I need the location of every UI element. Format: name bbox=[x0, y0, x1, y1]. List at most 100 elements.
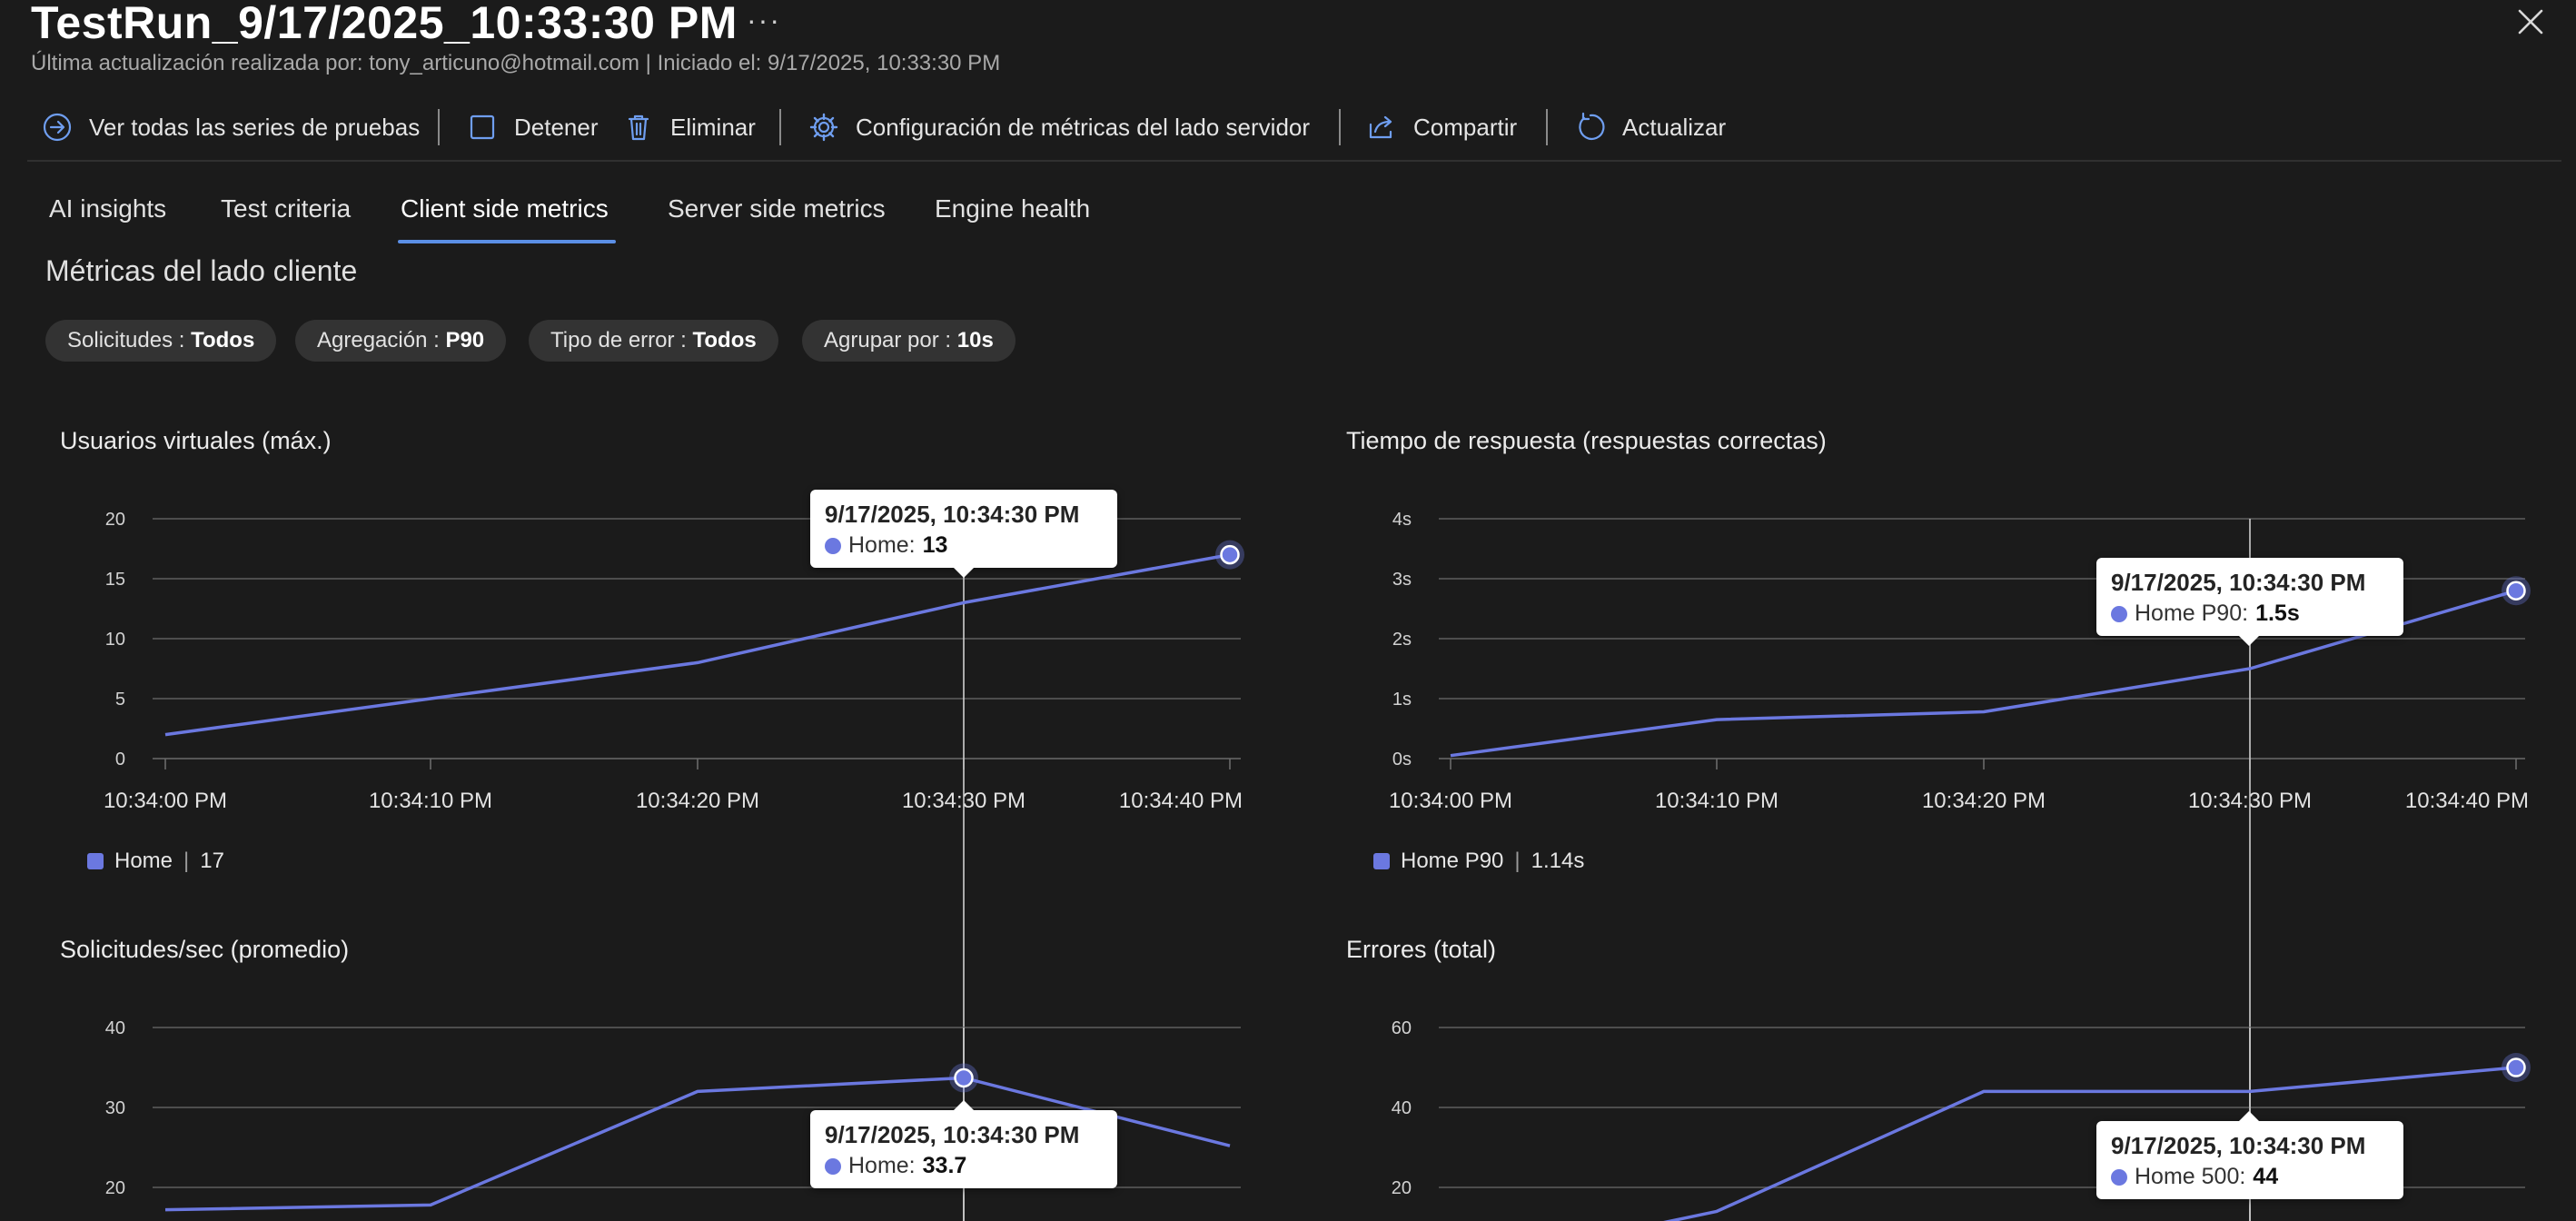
stop-label: Detener bbox=[514, 113, 599, 141]
tooltip-pointer bbox=[2239, 636, 2259, 646]
y-tick-label: 40 bbox=[105, 1018, 125, 1038]
tab-ai-insights[interactable]: AI insights bbox=[49, 194, 166, 223]
y-tick-label: 30 bbox=[105, 1098, 125, 1118]
refresh-button[interactable]: Actualizar bbox=[1575, 105, 1726, 149]
x-tick-label: 10:34:10 PM bbox=[369, 789, 492, 813]
chart-title-requests-per-sec: Solicitudes/sec (promedio) bbox=[60, 936, 350, 963]
chart-title-virtual-users: Usuarios virtuales (máx.) bbox=[60, 427, 332, 454]
delete-button[interactable]: Eliminar bbox=[623, 105, 756, 149]
share-button[interactable]: Compartir bbox=[1366, 105, 1517, 149]
tab-test-criteria[interactable]: Test criteria bbox=[221, 194, 351, 223]
tooltip-series-label: Home 500: bbox=[2135, 1164, 2246, 1189]
y-tick-label: 20 bbox=[1392, 1178, 1412, 1198]
tooltip-value: 13 bbox=[922, 532, 948, 558]
tooltip-value: 1.5s bbox=[2255, 601, 2300, 626]
y-tick-label: 3s bbox=[1392, 570, 1412, 590]
tooltip-series-dot bbox=[825, 1157, 841, 1175]
tooltip-series-label: Home: bbox=[848, 1153, 916, 1178]
toolbar-divider bbox=[779, 109, 781, 145]
tab-server-side-metrics[interactable]: Server side metrics bbox=[668, 194, 886, 223]
y-tick-label: 0s bbox=[1392, 749, 1412, 769]
data-point bbox=[954, 1067, 974, 1088]
tab-engine-health[interactable]: Engine health bbox=[935, 194, 1090, 223]
legend-response-time[interactable]: Home P90 | 1.14s bbox=[1373, 849, 1584, 874]
y-tick-label: 20 bbox=[105, 1178, 125, 1198]
legend-separator: | bbox=[1514, 849, 1521, 873]
filter-group-by-value: 10s bbox=[956, 328, 994, 352]
x-tick-label: 10:34:00 PM bbox=[1389, 789, 1512, 813]
toolbar-divider bbox=[1339, 109, 1341, 145]
tooltip-time: 9/17/2025, 10:34:30 PM bbox=[825, 1121, 1080, 1148]
x-tick-label: 10:34:40 PM bbox=[2405, 789, 2529, 813]
chart-title-response-time: Tiempo de respuesta (respuestas correcta… bbox=[1346, 427, 1827, 454]
more-options-button[interactable]: ··· bbox=[747, 4, 781, 37]
server-metrics-config-label: Configuración de métricas del lado servi… bbox=[856, 113, 1311, 141]
chart-tooltip: 9/17/2025, 10:34:30 PM Home: 13 bbox=[810, 490, 1117, 578]
y-tick-label: 1s bbox=[1392, 690, 1412, 710]
tooltip-pointer bbox=[954, 1100, 974, 1110]
filter-aggregation-label: Agregación : bbox=[317, 328, 440, 352]
trash-icon bbox=[628, 114, 649, 141]
y-tick-label: 10 bbox=[105, 630, 125, 650]
refresh-label: Actualizar bbox=[1622, 113, 1727, 141]
y-tick-label: 4s bbox=[1392, 510, 1412, 530]
data-point bbox=[1220, 544, 1240, 565]
filter-requests-value: Todos bbox=[191, 328, 255, 352]
tooltip-time: 9/17/2025, 10:34:30 PM bbox=[2111, 569, 2366, 596]
toolbar-divider-line bbox=[27, 160, 2561, 162]
gear-icon bbox=[809, 113, 838, 142]
close-icon[interactable] bbox=[2514, 5, 2547, 38]
tooltip-value: 33.7 bbox=[922, 1153, 967, 1178]
x-tick-label: 10:34:20 PM bbox=[636, 789, 759, 813]
server-metrics-config-button[interactable]: Configuración de métricas del lado servi… bbox=[808, 105, 1310, 149]
data-point bbox=[2506, 581, 2526, 601]
tooltip-series-label: Home P90: bbox=[2135, 601, 2249, 626]
view-all-runs-label: Ver todas las series de pruebas bbox=[89, 113, 421, 141]
filter-error-type-label: Tipo de error : bbox=[550, 328, 687, 352]
chart-tooltip: 9/17/2025, 10:34:30 PM Home P90: 1.5s bbox=[2096, 558, 2403, 646]
legend-series-value: 1.14s bbox=[1531, 849, 1585, 873]
section-title: Métricas del lado cliente bbox=[45, 254, 358, 287]
y-tick-label: 60 bbox=[1392, 1018, 1412, 1038]
x-tick-label: 10:34:40 PM bbox=[1119, 789, 1243, 813]
view-all-runs-button[interactable]: Ver todas las series de pruebas bbox=[42, 105, 420, 149]
x-tick-label: 10:34:30 PM bbox=[902, 789, 1025, 813]
tooltip-series-dot bbox=[2111, 1168, 2127, 1186]
data-point-halo bbox=[2502, 576, 2531, 606]
filter-aggregation-value: P90 bbox=[445, 328, 485, 352]
tooltip-time: 9/17/2025, 10:34:30 PM bbox=[2111, 1132, 2366, 1159]
active-tab-indicator bbox=[398, 240, 616, 243]
legend-swatch bbox=[87, 853, 104, 869]
page-title: TestRun_9/17/2025_10:33:30 PM bbox=[31, 0, 738, 48]
filter-error-type-pill[interactable]: Tipo de error : Todos bbox=[529, 320, 778, 362]
filter-error-type-value: Todos bbox=[692, 328, 757, 352]
x-tick-label: 10:34:00 PM bbox=[104, 789, 227, 813]
run-subtitle: Última actualización realizada por: tony… bbox=[31, 51, 1001, 75]
delete-label: Eliminar bbox=[670, 113, 756, 141]
y-tick-label: 2s bbox=[1392, 630, 1412, 650]
tooltip-time: 9/17/2025, 10:34:30 PM bbox=[825, 501, 1080, 528]
filter-requests-pill[interactable]: Solicitudes : Todos bbox=[45, 320, 277, 362]
tooltip-value: 44 bbox=[2253, 1164, 2279, 1189]
y-tick-label: 5 bbox=[115, 690, 125, 710]
legend-virtual-users[interactable]: Home | 17 bbox=[87, 849, 224, 874]
chart-tooltip: 9/17/2025, 10:34:30 PM Home 500: 44 bbox=[2096, 1111, 2403, 1199]
x-tick-label: 10:34:20 PM bbox=[1922, 789, 2046, 813]
stop-button[interactable]: Detener bbox=[467, 105, 599, 149]
x-tick-label: 10:34:10 PM bbox=[1655, 789, 1778, 813]
chart-tooltip: 9/17/2025, 10:34:30 PM Home: 33.7 bbox=[810, 1100, 1117, 1188]
legend-series-name: Home bbox=[114, 849, 173, 873]
y-tick-label: 40 bbox=[1392, 1098, 1412, 1118]
filter-aggregation-pill[interactable]: Agregación : P90 bbox=[295, 320, 507, 362]
tab-client-side-metrics[interactable]: Client side metrics bbox=[401, 194, 609, 223]
arrow-circle-icon bbox=[43, 113, 72, 142]
legend-series-name: Home P90 bbox=[1401, 849, 1504, 873]
data-point bbox=[2506, 1057, 2526, 1077]
filter-group-by-pill[interactable]: Agrupar por : 10s bbox=[802, 320, 1016, 362]
refresh-icon bbox=[1579, 112, 1605, 140]
tooltip-series-label: Home: bbox=[848, 532, 916, 558]
legend-separator: | bbox=[183, 849, 190, 873]
tooltip-series-dot bbox=[2111, 605, 2127, 622]
legend-series-value: 17 bbox=[200, 849, 224, 873]
y-tick-label: 20 bbox=[105, 510, 125, 530]
